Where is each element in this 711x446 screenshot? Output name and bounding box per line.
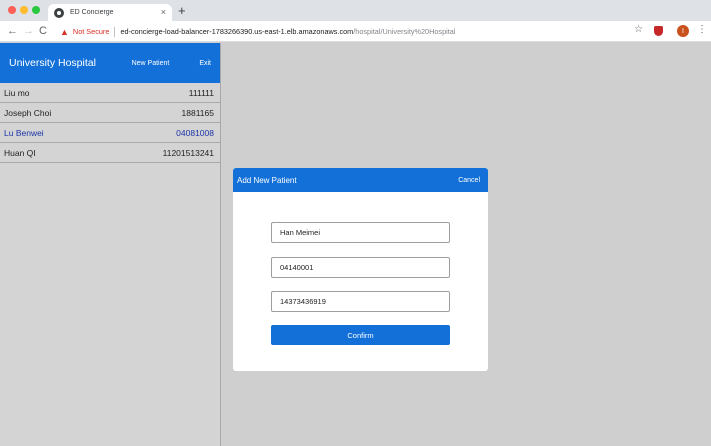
address-divider: [114, 26, 116, 37]
new-patient-link[interactable]: New Patient: [132, 60, 170, 67]
new-tab-button[interactable]: +: [178, 4, 186, 17]
url-path: /hospital/University%20Hospital: [353, 27, 456, 36]
sidebar-header: University Hospital New Patient Exit: [0, 43, 220, 83]
forward-icon[interactable]: →: [23, 24, 34, 38]
close-window-button[interactable]: [8, 6, 16, 14]
patient-row[interactable]: Lu Benwei 04081008: [0, 123, 220, 143]
tab-title: ED Concierge: [70, 9, 114, 16]
patient-row[interactable]: Huan QI 11201513241: [0, 143, 220, 163]
address-bar[interactable]: ▲ Not Secure ed-concierge-load-balancer-…: [60, 24, 620, 39]
patient-row[interactable]: Joseph Choi 1881165: [0, 103, 220, 123]
browser-tab-bar: ED Concierge × +: [0, 0, 711, 21]
patient-name-field[interactable]: [271, 222, 450, 243]
app-viewport: University Hospital New Patient Exit Liu…: [0, 43, 711, 446]
site-favicon-icon: [54, 7, 64, 18]
patient-id: 111111: [188, 87, 214, 98]
confirm-button[interactable]: Confirm: [271, 325, 450, 345]
patient-name: Joseph Choi: [4, 107, 52, 118]
patient-id: 04081008: [176, 127, 214, 138]
tab-close-icon[interactable]: ×: [161, 8, 166, 17]
cancel-button[interactable]: Cancel: [458, 177, 480, 184]
patient-name: Huan QI: [4, 147, 36, 158]
not-secure-label: Not Secure: [72, 27, 110, 36]
extension-shield-icon[interactable]: [654, 26, 663, 36]
bookmark-star-icon[interactable]: ☆: [634, 24, 643, 35]
patient-id-field[interactable]: [271, 257, 450, 278]
modal-backdrop: Add New Patient Cancel Confirm: [222, 43, 711, 446]
patient-sidebar: University Hospital New Patient Exit Liu…: [0, 43, 221, 446]
modal-title: Add New Patient: [237, 175, 297, 185]
patient-id: 11201513241: [162, 147, 214, 158]
profile-avatar[interactable]: I: [677, 25, 689, 37]
maximize-window-button[interactable]: [32, 6, 40, 14]
warning-icon: ▲: [60, 26, 69, 37]
modal-header: Add New Patient Cancel: [233, 168, 488, 192]
reload-icon[interactable]: C: [39, 24, 47, 38]
browser-tab[interactable]: ED Concierge ×: [48, 4, 172, 21]
hospital-title: University Hospital: [9, 57, 96, 69]
patient-row[interactable]: Liu mo 111111: [0, 83, 220, 103]
url-host: ed-concierge-load-balancer-1783266390.us…: [120, 27, 354, 36]
back-icon[interactable]: ←: [7, 24, 18, 38]
add-patient-modal: Add New Patient Cancel Confirm: [233, 168, 488, 371]
browser-menu-icon[interactable]: ⋮: [697, 24, 707, 35]
exit-link[interactable]: Exit: [199, 60, 211, 67]
patient-id: 1881165: [181, 107, 214, 118]
patient-name: Lu Benwei: [4, 127, 44, 138]
patient-phone-field[interactable]: [271, 291, 450, 312]
browser-toolbar: ← → C ▲ Not Secure ed-concierge-load-bal…: [0, 21, 711, 42]
patient-name: Liu mo: [4, 87, 30, 98]
minimize-window-button[interactable]: [20, 6, 28, 14]
